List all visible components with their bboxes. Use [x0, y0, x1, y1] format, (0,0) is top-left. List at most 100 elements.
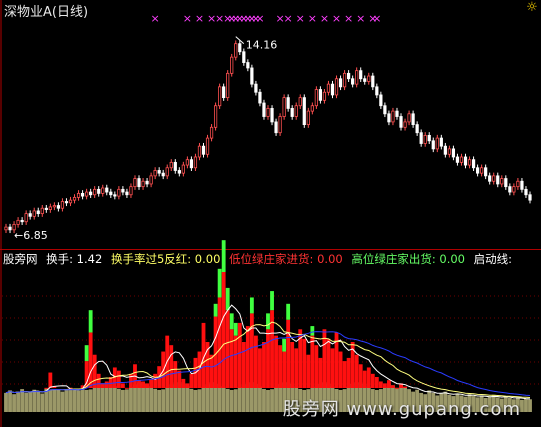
volume-red-bar [149, 378, 154, 388]
candle-body [496, 175, 500, 185]
volume-red-bar [294, 348, 299, 388]
volume-red-bar [366, 367, 371, 388]
candle-body [40, 207, 44, 215]
candle-body [375, 86, 379, 96]
volume-green-tip [229, 313, 234, 330]
volume-base-bar [116, 388, 121, 412]
volume-base-bar [221, 386, 226, 412]
candle-body [20, 219, 24, 223]
volume-base-bar [96, 384, 101, 412]
volume-base-bar [52, 389, 57, 412]
candle-body [222, 86, 226, 99]
candle-body [467, 159, 472, 166]
volume-red-bar [209, 354, 214, 388]
candle-body [322, 91, 327, 101]
volume-green-tip [213, 303, 218, 317]
volume-base-bar [237, 386, 242, 412]
volume-red-bar [153, 373, 158, 388]
volume-base-bar [201, 387, 206, 412]
candle-body [363, 78, 367, 82]
candle-body [419, 132, 423, 144]
candle-body [290, 108, 294, 117]
volume-base-bar [44, 388, 49, 412]
volume-red-bar [290, 342, 295, 388]
volume-red-bar [141, 381, 145, 388]
price-panel: × × × ××××××××××× ×× × × × × × × ××14.16←6.85 [4, 12, 532, 242]
candle-body [60, 201, 65, 209]
candle-body [314, 89, 318, 107]
volume-base-bar [8, 390, 12, 412]
volume-base-bar [16, 391, 21, 412]
candle-body [471, 159, 476, 169]
candle-body [201, 145, 206, 155]
volume-base-bar [225, 388, 230, 412]
volume-base-bar [129, 387, 133, 412]
candle-body [427, 134, 431, 142]
volume-red-bar [262, 342, 266, 388]
volume-red-bar [96, 373, 101, 388]
candle-body [218, 86, 222, 107]
volume-base-bar [40, 393, 45, 412]
candle-body [318, 89, 323, 101]
candle-body [209, 126, 214, 139]
indicator-start-line: 启动线: [473, 252, 513, 266]
candle-body [36, 210, 40, 215]
signal-mark: × [284, 12, 293, 25]
volume-base-bar [528, 399, 532, 412]
volume-base-bar [229, 389, 234, 412]
volume-red-bar [253, 335, 258, 388]
candle-body [294, 105, 298, 117]
settings-icon[interactable]: ☼ [526, 1, 538, 14]
candle-body [189, 159, 194, 169]
volume-red-bar [137, 380, 141, 388]
volume-red-bar [362, 370, 367, 388]
candle-body [278, 116, 282, 134]
volume-base-bar [84, 389, 89, 412]
candle-body [105, 187, 109, 193]
volume-base-bar [28, 392, 33, 412]
candle-body [213, 105, 218, 128]
candle-body [516, 180, 520, 188]
signal-mark: × [308, 12, 317, 25]
volume-base-bar [524, 398, 528, 412]
volume-red-bar [177, 370, 182, 388]
volume-base-bar [241, 384, 246, 412]
volume-base-bar [60, 391, 65, 412]
candle-body [52, 205, 56, 208]
candle-body [298, 97, 302, 107]
volume-red-bar [48, 372, 53, 388]
candle-body [326, 83, 331, 93]
candle-body [68, 199, 73, 204]
volume-base-bar [64, 389, 69, 412]
volume-red-bar [245, 326, 250, 388]
volume-base-bar [161, 389, 166, 412]
volume-base-bar [133, 384, 137, 412]
volume-base-bar [185, 386, 190, 412]
candle-body [443, 145, 447, 155]
candle-body [455, 156, 460, 163]
volume-base-bar [153, 388, 158, 412]
candle-body [355, 70, 359, 85]
candle-body [415, 124, 419, 134]
volume-red-bar [185, 383, 190, 388]
candle-body [56, 205, 61, 209]
volume-red-bar [391, 385, 395, 388]
candle-body [411, 113, 415, 126]
volume-red-bar [44, 387, 49, 389]
candle-body [270, 108, 274, 123]
volume-red-bar [358, 364, 363, 388]
volume-base-bar [56, 389, 61, 412]
volume-base-bar [112, 386, 117, 412]
volume-base-bar [76, 390, 81, 412]
candle-body [125, 191, 129, 196]
candle-body [8, 226, 12, 231]
candle-body [508, 186, 512, 193]
candle-body [129, 186, 133, 196]
candle-body [117, 188, 121, 197]
volume-base-bar [88, 389, 93, 412]
candle-body [44, 207, 48, 210]
candle-body [262, 102, 266, 117]
candle-body [399, 116, 403, 128]
candle-body [137, 178, 141, 188]
candle-body [379, 94, 383, 107]
